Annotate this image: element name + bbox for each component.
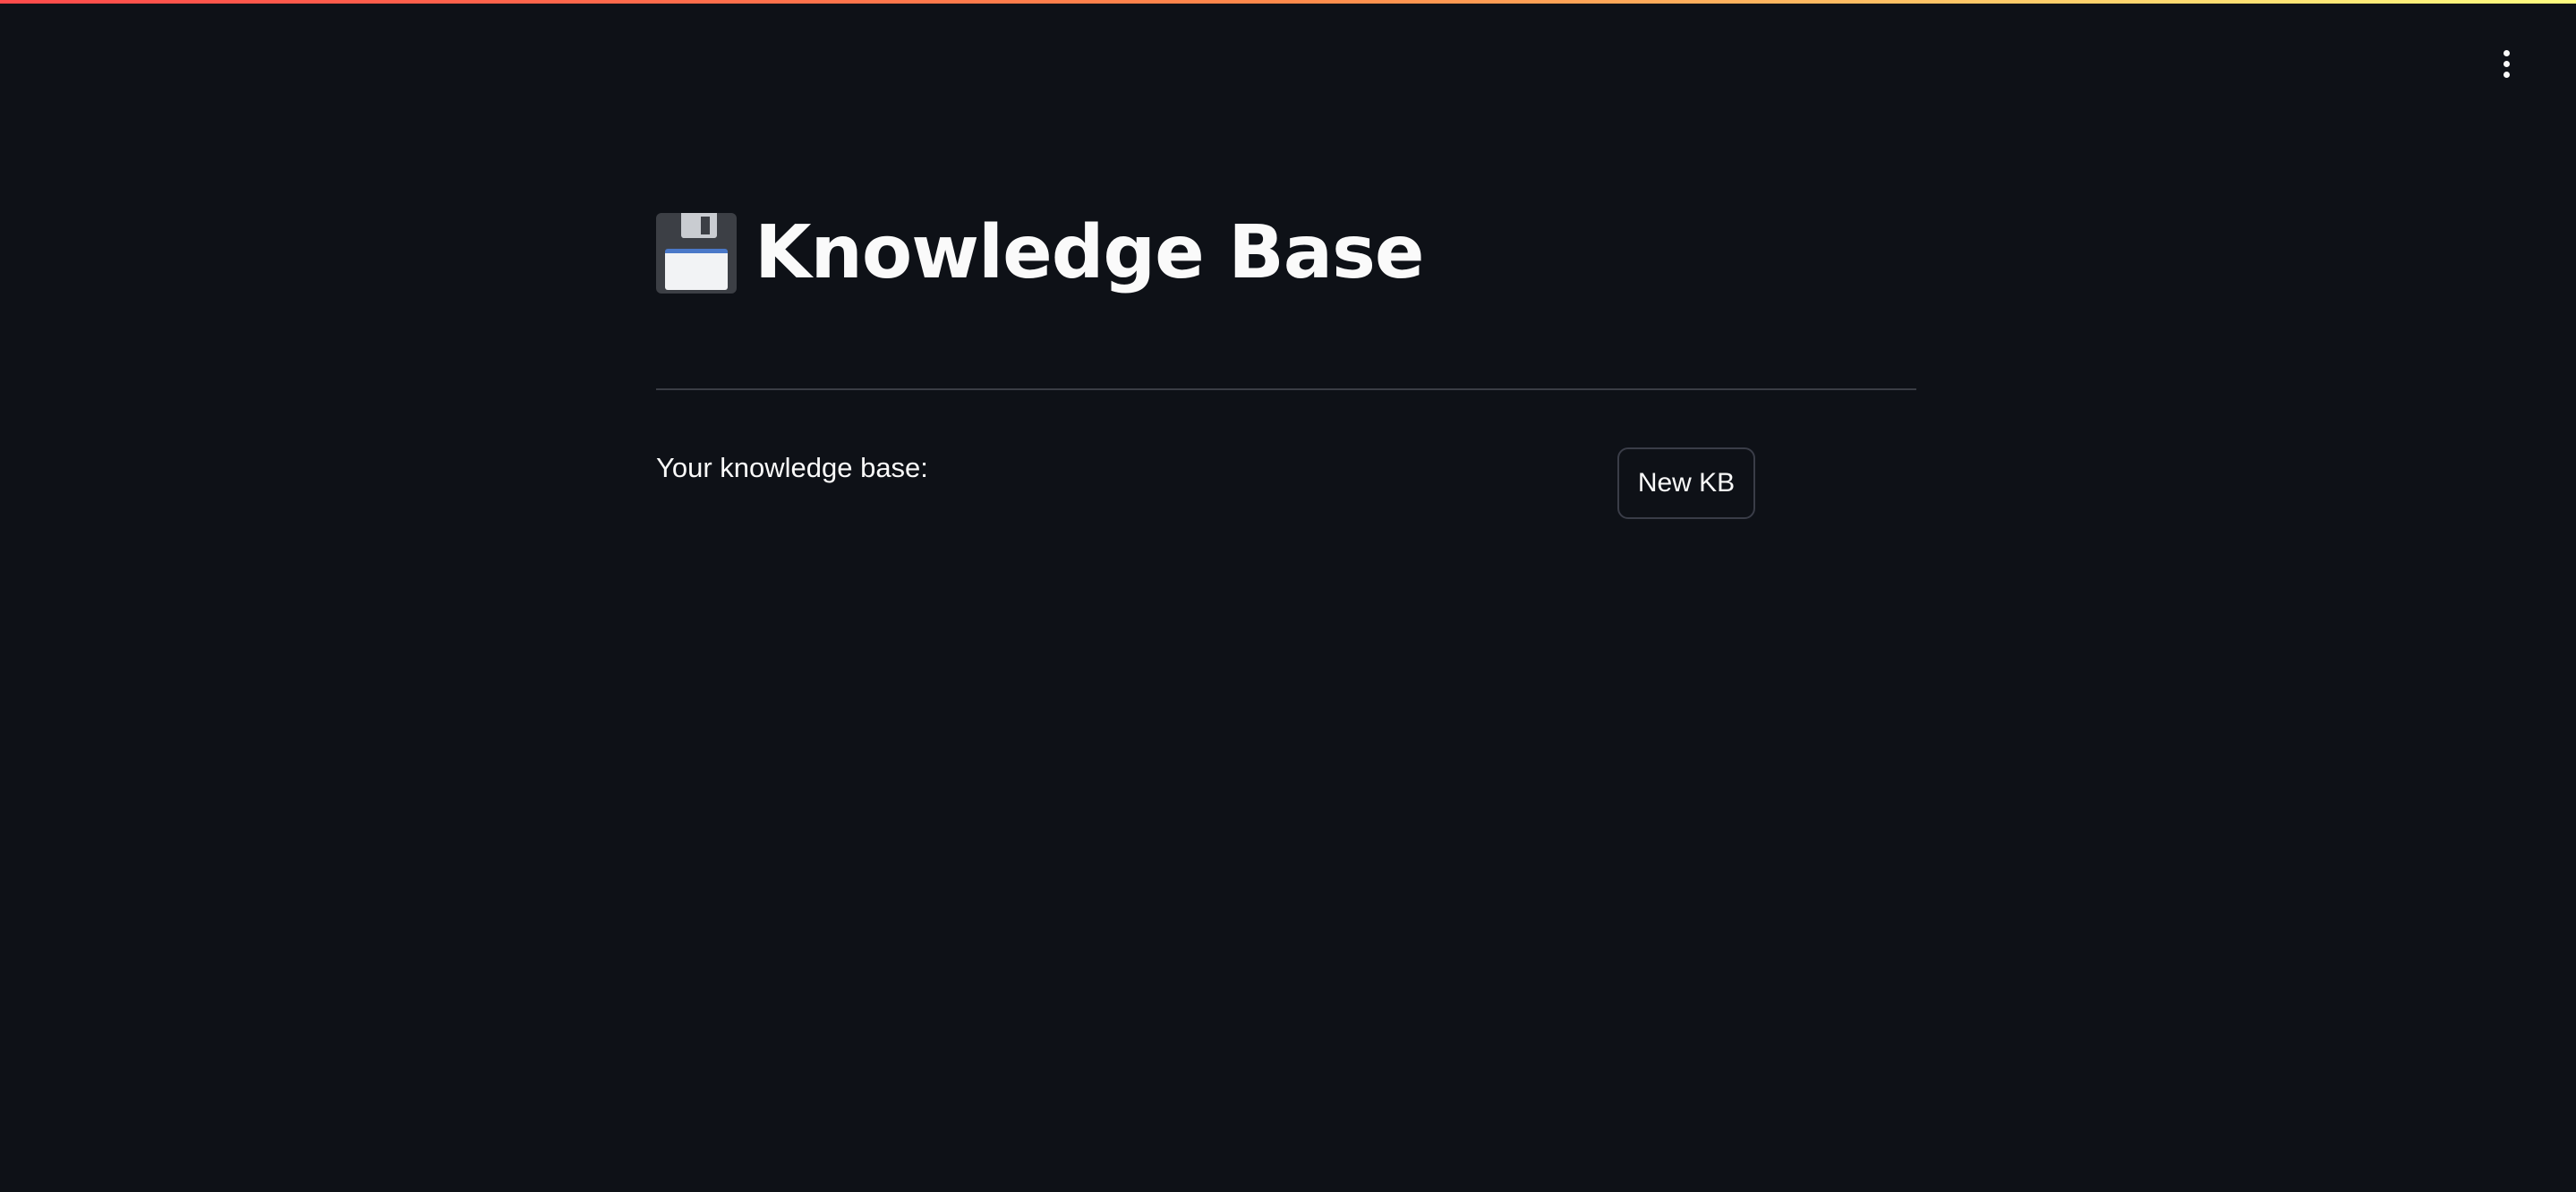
page-title: Knowledge Base [755, 210, 1425, 295]
floppy-disk-icon [656, 213, 737, 294]
divider [656, 388, 1916, 390]
main-menu-button[interactable] [2481, 45, 2531, 82]
knowledge-base-label: Your knowledge base: [656, 452, 928, 483]
header-decoration-bar [0, 0, 2576, 4]
app-root: Knowledge Base Your knowledge base: New … [0, 0, 2576, 1192]
new-kb-button[interactable]: New KB [1617, 447, 1755, 519]
more-vertical-icon-dot [2503, 60, 2510, 67]
more-vertical-icon-dot [2503, 71, 2510, 78]
more-vertical-icon [2503, 49, 2510, 56]
title-row: Knowledge Base [656, 204, 1425, 302]
